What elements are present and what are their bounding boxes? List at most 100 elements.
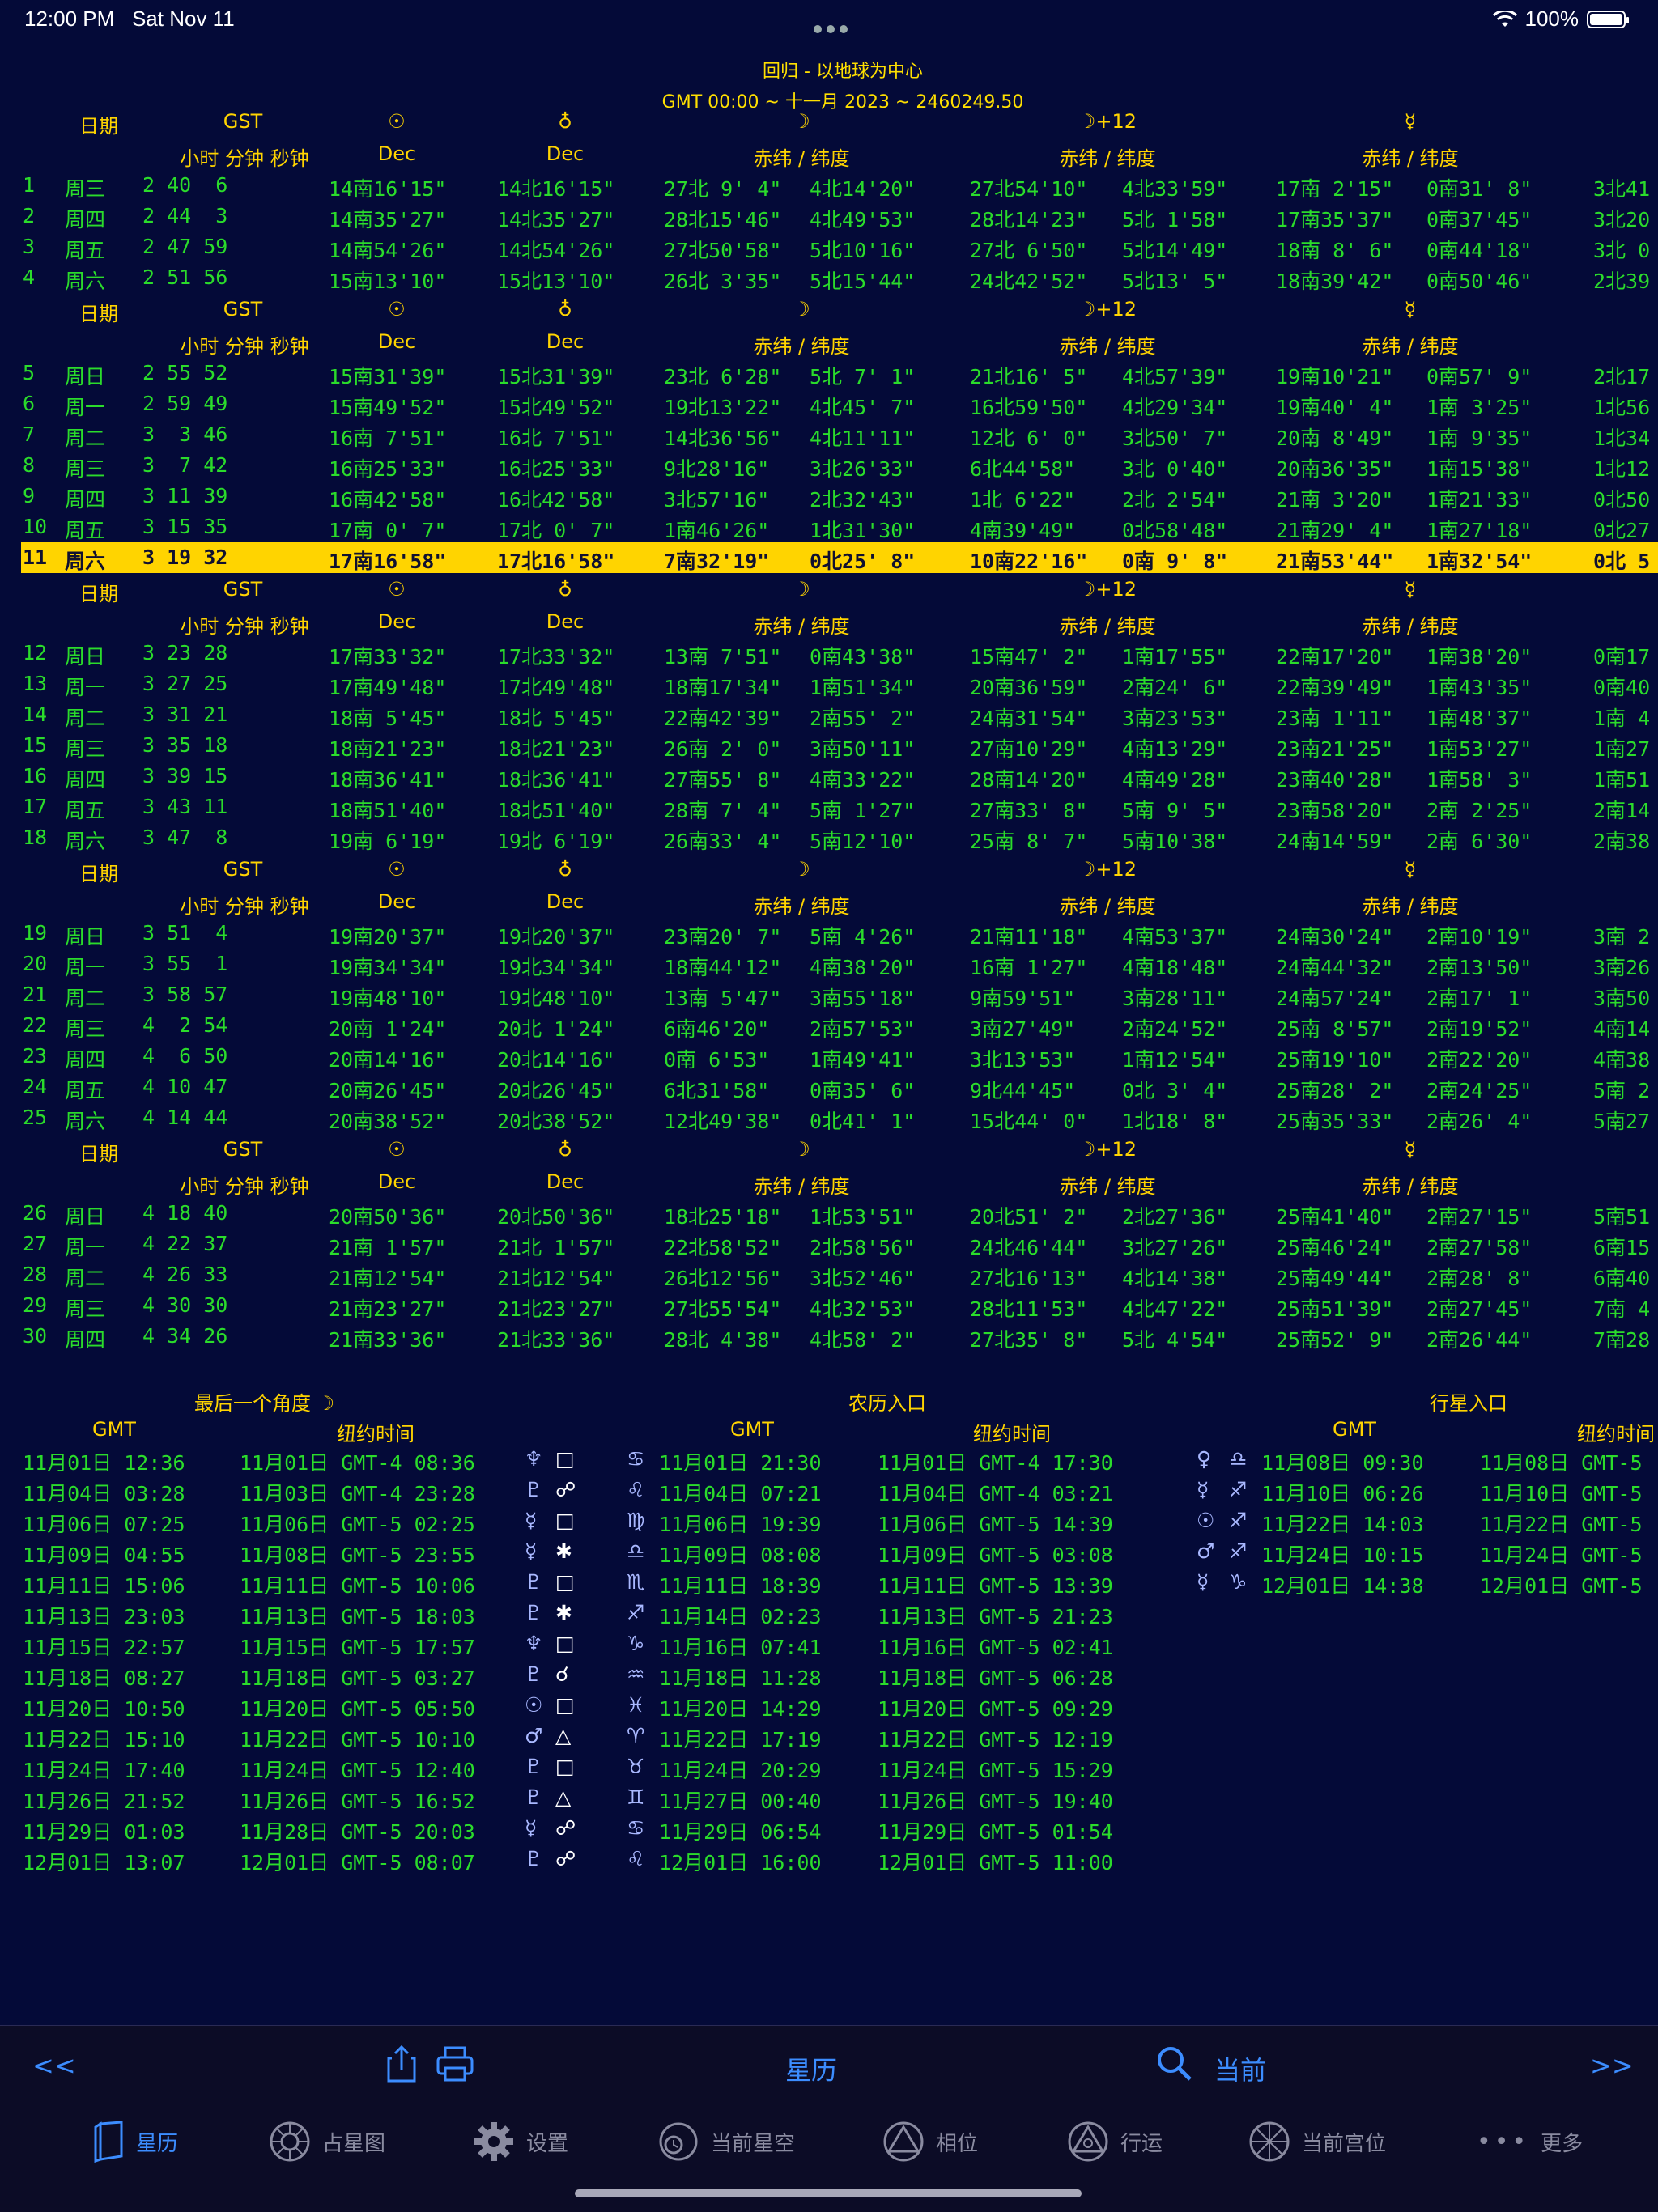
ephemeris-row[interactable]: 15 周三 3 35 18 18南21'23" 18北21'23" 26南 2' 0" 3南… xyxy=(0,730,1658,761)
ephemeris-row[interactable]: 26 周日 4 18 40 20南50'36" 20北50'36" 18北25'18" 1北… xyxy=(0,1198,1658,1229)
tab-aspects[interactable]: 相位 xyxy=(882,2113,978,2170)
lunar-entry-row[interactable]: ♉ 11月24日 20:29 11月24日 GMT-5 15:29 xyxy=(0,1755,1166,1785)
ephemeris-row[interactable]: 14 周二 3 31 21 18南 5'45" 18北 5'45" 22南42'39" 2南… xyxy=(0,699,1658,730)
ephemeris-row[interactable]: 20 周一 3 55 1 19南34'34" 19北34'34" 18南44'12" 4南3… xyxy=(0,949,1658,979)
ephemeris-row[interactable]: 24 周五 4 10 47 20南26'45" 20北26'45" 6北31'58" 0南3… xyxy=(0,1072,1658,1102)
planet-entry-row[interactable]: ♀ ♎ 11月08日 09:30 11月08日 GMT-5 xyxy=(0,1447,1658,1478)
planet-entry-row[interactable]: ♂ ♐ 11月24日 10:15 11月24日 GMT-5 xyxy=(0,1539,1658,1570)
ephemeris-cell: 19南 6'19" xyxy=(329,830,447,853)
ephemeris-cell: 0南35' 6" xyxy=(810,1079,916,1102)
ephemeris-cell: 18北21'23" xyxy=(497,737,615,761)
ephemeris-cell: 2 xyxy=(23,204,36,227)
lunar-entry-row[interactable]: ♑ 11月16日 07:41 11月16日 GMT-5 02:41 xyxy=(0,1632,1166,1662)
ephemeris-row[interactable]: 2 周四 2 44 3 14南35'27" 14北35'27" 28北15'46" 4北49… xyxy=(0,201,1658,231)
ephemeris-row[interactable]: 16 周四 3 39 15 18南36'41" 18北36'41" 27南55' 8" 4南… xyxy=(0,761,1658,792)
ephemeris-row[interactable]: 11 周六 3 19 32 17南16'58" 17北16'58" 7南32'19" 0北2… xyxy=(21,542,1658,573)
header-label: ☿ xyxy=(1404,110,1417,133)
ephemeris-cell: 21南12'54" xyxy=(329,1267,447,1290)
ephemeris-row[interactable]: 4 周六 2 51 56 15南13'10" 15北13'10" 26北 3'35" 5北1… xyxy=(0,262,1658,293)
ephemeris-row[interactable]: 3 周五 2 47 59 14南54'26" 14北54'26" 27北50'58" 5北1… xyxy=(0,231,1658,262)
subheader-label: Dec xyxy=(546,610,585,633)
ephemeris-cell: 28北 4'38" xyxy=(664,1328,782,1352)
header-label: ☉ xyxy=(388,578,406,601)
ephemeris-row[interactable]: 19 周日 3 51 4 19南20'37" 19北20'37" 23南20' 7" 5南 … xyxy=(0,918,1658,949)
book-icon xyxy=(94,2121,123,2163)
ephemeris-row[interactable]: 1 周三 2 40 6 14南16'15" 14北16'15" 27北 9' 4" 4北14… xyxy=(0,170,1658,201)
tab-more[interactable]: ••• 更多 xyxy=(1477,2113,1583,2170)
planet-symbol-icon: ♐ xyxy=(1229,1539,1248,1563)
planet-entry-row[interactable]: ☉ ♐ 11月22日 14:03 11月22日 GMT-5 xyxy=(0,1509,1658,1539)
subheader-label: 赤纬 / 纬度 xyxy=(753,615,850,638)
ephemeris-cell: 21南33'36" xyxy=(329,1328,447,1352)
lunar-entry-row[interactable]: ♊ 11月27日 00:40 11月26日 GMT-5 19:40 xyxy=(0,1785,1166,1816)
ephemeris-row[interactable]: 29 周三 4 30 30 21南23'27" 21北23'27" 27北55'54" 4北… xyxy=(0,1290,1658,1321)
ephemeris-row[interactable]: 7 周二 3 3 46 16南 7'51" 16北 7'51" 14北36'56" 4北11… xyxy=(0,419,1658,450)
ephemeris-cell: 5南 1'27" xyxy=(810,799,916,822)
ephemeris-row[interactable]: 13 周一 3 27 25 17南49'48" 17北49'48" 18南17'34" 1南… xyxy=(0,669,1658,699)
ephemeris-cell: 15南49'52" xyxy=(329,396,447,419)
ephemeris-cell: 周三 xyxy=(65,457,106,481)
ephemeris-cell: 5南10'38" xyxy=(1122,830,1228,853)
ephemeris-cell: 26 xyxy=(23,1201,48,1225)
ephemeris-row[interactable]: 6 周一 2 59 49 15南49'52" 15北49'52" 19北13'22" 4北4… xyxy=(0,388,1658,419)
ephemeris-cell: 4北49'53" xyxy=(810,208,916,231)
ephemeris-cell: 26北12'56" xyxy=(664,1267,782,1290)
ephemeris-cell: 17 xyxy=(23,795,48,818)
ephemeris-cell: 4南13'29" xyxy=(1122,737,1228,761)
lunar-entry-row[interactable]: ♒ 11月18日 11:28 11月18日 GMT-5 06:28 xyxy=(0,1662,1166,1693)
ephemeris-row[interactable]: 8 周三 3 7 42 16南25'33" 16北25'33" 9北28'16" 3北26'… xyxy=(0,450,1658,481)
ephemeris-cell: 20南36'35" xyxy=(1276,457,1394,481)
ephemeris-cell: 24南31'54" xyxy=(970,707,1088,730)
search-icon[interactable] xyxy=(1156,2045,1193,2083)
ephemeris-cell: 26南 2' 0" xyxy=(664,737,782,761)
subheader-label: 赤纬 / 纬度 xyxy=(1059,1175,1156,1198)
ephemeris-cell: 周日 xyxy=(65,925,106,949)
tab-current-houses[interactable]: 当前宫位 xyxy=(1248,2113,1386,2170)
lunar-entry-row[interactable]: ♐ 11月14日 02:23 11月13日 GMT-5 21:23 xyxy=(0,1601,1166,1632)
ephemeris-row[interactable]: 22 周三 4 2 54 20南 1'24" 20北 1'24" 6南46'20" 2南57… xyxy=(0,1010,1658,1041)
ephemeris-row[interactable]: 17 周五 3 43 11 18南51'40" 18北51'40" 28南 7' 4" 5南… xyxy=(0,792,1658,822)
ephemeris-cell: 4 22 37 xyxy=(142,1232,228,1255)
next-button[interactable]: >> xyxy=(1590,2050,1634,2081)
tab-current-sky[interactable]: 当前星空 xyxy=(657,2113,795,2170)
ephemeris-row[interactable]: 27 周一 4 22 37 21南 1'57" 21北 1'57" 22北58'52" 2北… xyxy=(0,1229,1658,1259)
tab-settings[interactable]: 设置 xyxy=(473,2113,568,2170)
ephemeris-row[interactable]: 10 周五 3 15 35 17南 0' 7" 17北 0' 7" 1南46'26" 1北3… xyxy=(0,512,1658,542)
ephemeris-row[interactable]: 25 周六 4 14 44 20南38'52" 20北38'52" 12北49'38" 0北… xyxy=(0,1102,1658,1133)
ephemeris-cell: 1南46'26" xyxy=(664,519,770,542)
subheader-label: 小时 分钟 秒钟 xyxy=(180,895,309,918)
ephemeris-row[interactable]: 5 周日 2 55 52 15南31'39" 15北31'39" 23北 6'28" 5北 … xyxy=(0,358,1658,388)
ephemeris-cell: 27南55' 8" xyxy=(664,768,782,792)
ephemeris-row[interactable]: 23 周四 4 6 50 20南14'16" 20北14'16" 0南 6'53" 1南49… xyxy=(0,1041,1658,1072)
ephemeris-cell: 16南 7'51" xyxy=(329,427,447,450)
multitask-dots-icon[interactable] xyxy=(811,15,850,39)
ephemeris-cell: 6南15 xyxy=(1593,1236,1651,1259)
header-label: ☽ xyxy=(793,298,810,321)
ephemeris-row[interactable]: 9 周四 3 11 39 16南42'58" 16北42'58" 3北57'16" 2北32… xyxy=(0,481,1658,512)
ephemeris-row[interactable]: 21 周二 3 58 57 19南48'10" 19北48'10" 13南 5'47" 3南… xyxy=(0,979,1658,1010)
header-label: ☽ xyxy=(793,1138,810,1161)
ephemeris-cell: 2南26' 4" xyxy=(1426,1110,1533,1133)
tab-ephemeris[interactable]: 星历 xyxy=(92,2113,178,2170)
lunar-entry-row[interactable]: ♓ 11月20日 14:29 11月20日 GMT-5 09:29 xyxy=(0,1693,1166,1724)
ephemeris-row[interactable]: 12 周日 3 23 28 17南33'32" 17北33'32" 13南 7'51" 0南… xyxy=(0,638,1658,669)
prev-button[interactable]: << xyxy=(32,2050,76,2081)
current-button[interactable]: 当前 xyxy=(1214,2050,1266,2087)
tab-transits[interactable]: 行运 xyxy=(1067,2113,1163,2170)
planet-entry-row[interactable]: ☿ ♑ 12月01日 14:38 12月01日 GMT-5 xyxy=(0,1570,1658,1601)
ephemeris-row[interactable]: 18 周六 3 47 8 19南 6'19" 19北 6'19" 26南33' 4" 5南1… xyxy=(0,822,1658,853)
lunar-entry-row[interactable]: ♈ 11月22日 17:19 11月22日 GMT-5 12:19 xyxy=(0,1724,1166,1755)
print-icon[interactable] xyxy=(436,2045,474,2083)
ephemeris-row[interactable]: 30 周四 4 34 26 21南33'36" 21北33'36" 28北 4'38" 4北… xyxy=(0,1321,1658,1352)
lunar-entry-row[interactable]: ♋ 11月29日 06:54 11月29日 GMT-5 01:54 xyxy=(0,1816,1166,1847)
ephemeris-row[interactable]: 28 周二 4 26 33 21南12'54" 21北12'54" 26北12'56" 3北… xyxy=(0,1259,1658,1290)
lunar-entry-row[interactable]: ♌ 12月01日 16:00 12月01日 GMT-5 11:00 xyxy=(0,1847,1166,1878)
tab-chart[interactable]: 占星图 xyxy=(269,2113,385,2170)
planet-entry-row[interactable]: ☿ ♐ 11月10日 06:26 11月10日 GMT-5 xyxy=(0,1478,1658,1509)
share-icon[interactable] xyxy=(385,2044,418,2084)
status-right: 100% xyxy=(1492,6,1629,32)
ephemeris-cell: 4 30 30 xyxy=(142,1293,228,1317)
ephemeris-cell: 14南16'15" xyxy=(329,177,447,201)
ephemeris-cell: 1南48'37" xyxy=(1426,707,1533,730)
zodiac-wheel-icon xyxy=(270,2121,310,2162)
